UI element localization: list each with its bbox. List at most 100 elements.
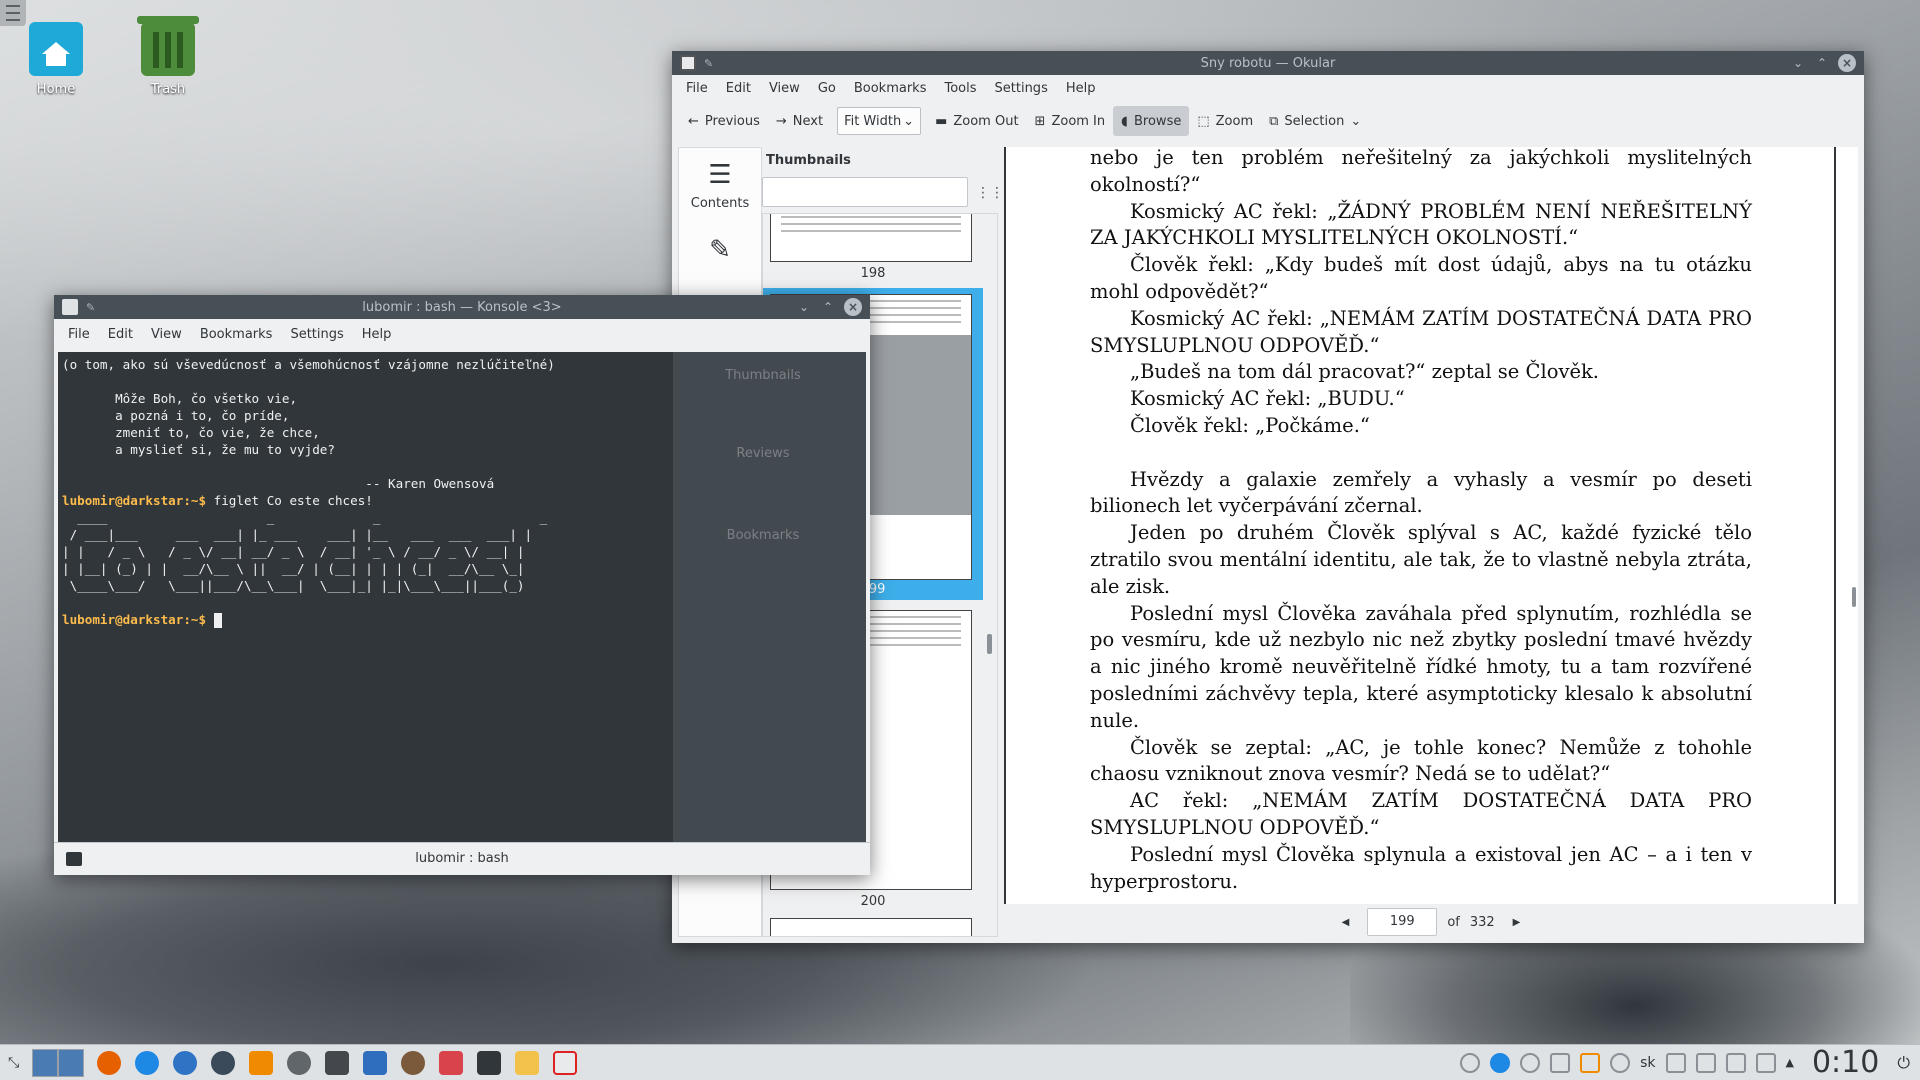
terminal-line: lubomir@darkstar:~$ <box>62 611 555 628</box>
selection-label: Selection <box>1284 113 1345 129</box>
menu-edit[interactable]: Edit <box>718 81 759 96</box>
terminal-view[interactable]: Thumbnails Reviews Bookmarks (o tom, ako… <box>58 352 866 842</box>
browse-tool-button[interactable]: ◖ Browse <box>1113 106 1190 136</box>
minimize-icon[interactable]: ⌄ <box>796 299 812 315</box>
browse-label: Browse <box>1134 113 1182 129</box>
previous-button[interactable]: ← Previous <box>680 106 768 136</box>
next-page-icon[interactable]: ▶ <box>1505 917 1529 928</box>
desktop-1[interactable] <box>32 1048 58 1077</box>
next-button[interactable]: → Next <box>768 106 831 136</box>
konsole-task-icon[interactable] <box>477 1050 501 1075</box>
vlc-icon[interactable] <box>249 1050 273 1075</box>
menu-tools[interactable]: Tools <box>936 81 984 96</box>
filter-grid-icon[interactable]: ⋮⋮ <box>976 185 1004 201</box>
document-scrollbar[interactable] <box>1852 587 1856 607</box>
thumbnail-search-input[interactable] <box>762 177 968 207</box>
virtual-desktop-pager[interactable] <box>32 1048 84 1077</box>
pin-icon[interactable]: ✎ <box>86 301 98 314</box>
terminal-text: zmeniť to, čo vie, že chce, <box>62 425 320 440</box>
close-icon[interactable]: × <box>1838 54 1856 72</box>
menu-view[interactable]: View <box>143 327 190 342</box>
terminal-line: \____\___/ \___||___/\__\___| \___|_| |_… <box>62 577 555 594</box>
clipboard-icon[interactable] <box>1725 1052 1746 1073</box>
network-icon[interactable] <box>135 1050 159 1075</box>
screenshot-icon[interactable] <box>439 1050 463 1075</box>
pin-icon[interactable]: ✎ <box>704 57 716 70</box>
document-paragraph: AC řekl: „NEMÁM ZATÍM DOSTATEČNÁ DATA PR… <box>1090 789 1752 839</box>
menu-settings[interactable]: Settings <box>987 81 1056 96</box>
keyboard-layout[interactable]: sk <box>1640 1055 1655 1071</box>
menu-file[interactable]: File <box>60 327 98 342</box>
thumbnail-scrollbar[interactable] <box>987 634 992 654</box>
window-icon[interactable] <box>1550 1052 1571 1073</box>
minimize-icon[interactable]: ⌄ <box>1790 55 1806 71</box>
desktop-icon-home[interactable]: Home <box>11 22 101 97</box>
tab-label[interactable]: lubomir : bash <box>415 851 509 866</box>
media-player-icon[interactable] <box>287 1050 311 1075</box>
terminal-text: a pozná i to, čo príde, <box>62 408 290 423</box>
document-paragraph: Člověk řekl: „Počkáme.“ <box>1130 413 1370 437</box>
zoom-tool-button[interactable]: ⬚ Zoom <box>1189 106 1261 136</box>
trash-icon <box>137 16 199 76</box>
menu-bookmarks[interactable]: Bookmarks <box>846 81 935 96</box>
figlet-art-line: / ___|___ ___ ___| |_ ___ ___| |__ ___ _… <box>62 527 533 542</box>
previous-label: Previous <box>704 113 760 129</box>
desktop-2[interactable] <box>58 1048 84 1077</box>
book-app-icon[interactable] <box>325 1050 349 1075</box>
behind-bookmarks-tab: Bookmarks <box>726 528 800 543</box>
gimp-icon[interactable] <box>401 1050 425 1075</box>
network-status-icon[interactable] <box>1490 1052 1511 1073</box>
thumbnail-page-198[interactable] <box>770 214 972 262</box>
firefox-icon[interactable] <box>97 1050 121 1075</box>
power-icon[interactable]: ⏻ <box>1897 1053 1910 1073</box>
sidebar-item-reviews[interactable]: ✎ <box>679 223 761 283</box>
menu-file[interactable]: File <box>678 81 716 96</box>
close-icon[interactable]: × <box>844 298 862 316</box>
zoom-in-button[interactable]: ⊞ Zoom In <box>1027 106 1114 136</box>
page-navigation-bar: ◀ 199 of 332 ▶ <box>1004 904 1858 940</box>
okular-task-icon[interactable] <box>553 1050 577 1075</box>
clock[interactable]: 0:10 <box>1804 1045 1887 1080</box>
document-paragraph: „Budeš na tom dál pracovat?“ zeptal se Č… <box>1130 360 1600 384</box>
okular-titlebar[interactable]: ✎ Sny robotu — Okular ⌄ ⌃ × <box>672 51 1864 75</box>
konsole-app-icon[interactable] <box>62 299 78 315</box>
sidebar-item-contents[interactable]: ☰ Contents <box>679 148 761 223</box>
zoom-mode-select[interactable]: Fit Width ⌄ <box>837 107 922 135</box>
menu-view[interactable]: View <box>761 81 808 96</box>
desktop-icon-trash[interactable]: Trash <box>123 16 213 97</box>
previous-page-icon[interactable]: ◀ <box>1334 917 1358 928</box>
display-icon[interactable] <box>1665 1052 1686 1073</box>
selection-tool-button[interactable]: ⧉ Selection ⌄ <box>1261 106 1369 136</box>
file-manager-icon[interactable] <box>515 1050 539 1075</box>
tray-expand-icon[interactable]: ▲ <box>1786 1056 1794 1069</box>
app-launcher-icon[interactable]: ⤡ <box>8 1055 26 1071</box>
menu-edit[interactable]: Edit <box>100 327 141 342</box>
okular-app-icon[interactable] <box>680 55 696 71</box>
maximize-icon[interactable]: ⌃ <box>1814 55 1830 71</box>
status-ring-icon[interactable] <box>1460 1052 1481 1073</box>
mouse-icon: ◖ <box>1121 113 1128 129</box>
volume-icon[interactable] <box>1755 1052 1776 1073</box>
of-label: of <box>1447 914 1460 930</box>
konsole-titlebar[interactable]: ✎ lubomir : bash — Konsole <3> ⌄ ⌃ × <box>54 295 870 319</box>
vlc-tray-icon[interactable] <box>1580 1052 1601 1073</box>
clock-app-icon[interactable] <box>211 1050 235 1075</box>
selection-icon: ⧉ <box>1269 113 1279 129</box>
document-view[interactable]: nebo je ten problém neřešitelný za jakýc… <box>1004 147 1858 904</box>
zoom-out-button[interactable]: ▬ Zoom Out <box>927 106 1026 136</box>
lock-icon[interactable] <box>1695 1052 1716 1073</box>
sync-icon[interactable] <box>1520 1052 1541 1073</box>
page-number-input[interactable]: 199 <box>1367 908 1438 936</box>
maximize-icon[interactable]: ⌃ <box>820 299 836 315</box>
chevron-down-icon: ⌄ <box>1350 113 1362 129</box>
thumbnail-page-201[interactable] <box>770 918 972 936</box>
menu-help[interactable]: Help <box>1058 81 1104 96</box>
menu-settings[interactable]: Settings <box>282 327 351 342</box>
terminal-line: -- Karen Owensová <box>62 475 555 492</box>
media-play-icon[interactable] <box>1610 1052 1631 1073</box>
qbittorrent-icon[interactable] <box>173 1050 197 1075</box>
writer-icon[interactable] <box>363 1050 387 1075</box>
menu-help[interactable]: Help <box>354 327 400 342</box>
menu-bookmarks[interactable]: Bookmarks <box>192 327 281 342</box>
menu-go[interactable]: Go <box>810 81 844 96</box>
